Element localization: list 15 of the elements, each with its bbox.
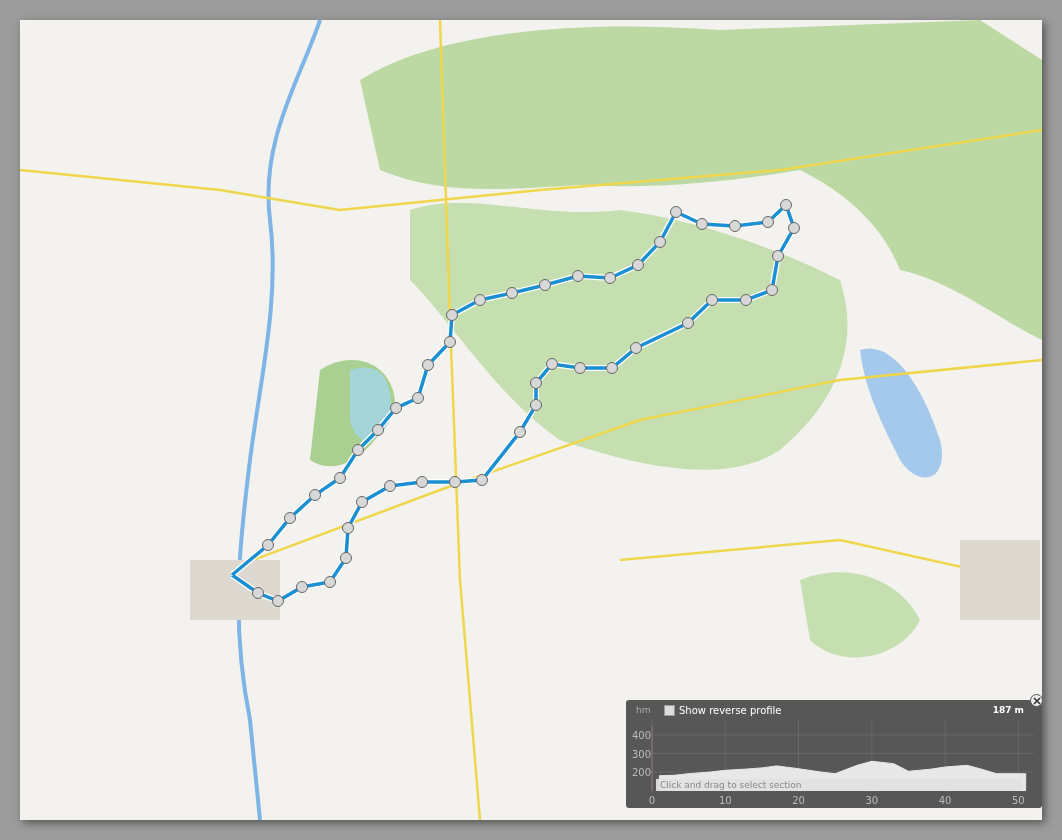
y-tick-label: 400 [632, 730, 652, 741]
show-reverse-checkbox[interactable]: Show reverse profile [664, 705, 782, 716]
y-tick-label: 200 [632, 767, 652, 778]
elevation-reading: 187 m [992, 705, 1024, 715]
x-tick-label: 40 [938, 795, 952, 806]
close-icon [1032, 696, 1041, 705]
x-tick-label: 10 [718, 795, 732, 806]
x-tick-label: 20 [792, 795, 805, 806]
axis-unit-label: hm [636, 705, 651, 715]
select-section-hint: Click and drag to select section [656, 779, 1022, 791]
y-tick-label: 300 [632, 748, 652, 760]
x-tick-label: 0 [648, 795, 656, 806]
x-tick-label: 30 [865, 795, 879, 806]
x-tick-label: 50 [1012, 795, 1025, 806]
close-button[interactable] [1030, 694, 1042, 707]
